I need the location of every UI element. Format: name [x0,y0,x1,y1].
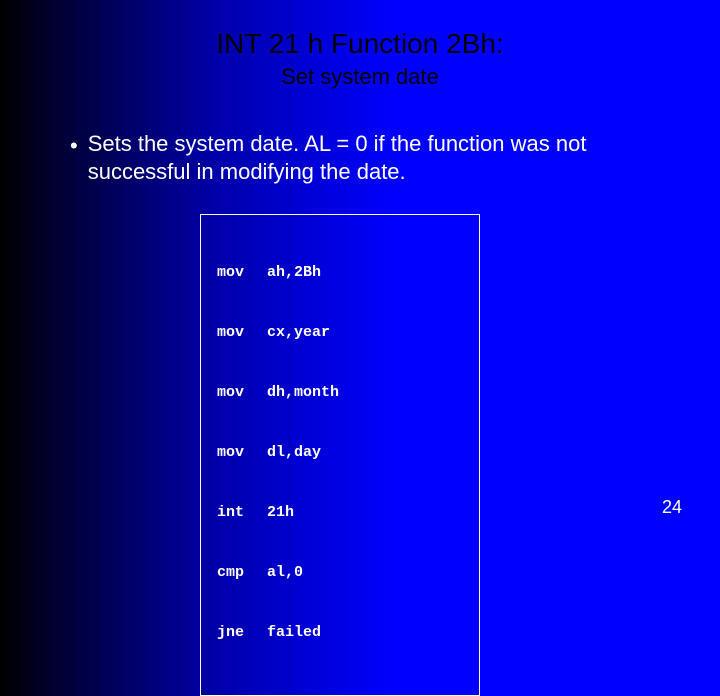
content-area: • Sets the system date. AL = 0 if the fu… [0,130,720,696]
code-line: movah,2Bh [217,263,463,283]
code-line: cmpal,0 [217,563,463,583]
code-line: jnefailed [217,623,463,643]
mnemonic: int [217,503,267,523]
operands: ah,2Bh [267,263,321,283]
bullet-text: Sets the system date. AL = 0 if the func… [88,130,660,186]
bullet-dot-icon: • [70,132,78,160]
page-number: 24 [662,497,682,518]
code-line: movcx,year [217,323,463,343]
mnemonic: jne [217,623,267,643]
code-line: movdh,month [217,383,463,403]
code-block: movah,2Bh movcx,year movdh,month movdl,d… [200,214,480,696]
code-line: int21h [217,503,463,523]
mnemonic: mov [217,443,267,463]
operands: dl,day [267,443,321,463]
operands: al,0 [267,563,303,583]
slide-title: INT 21 h Function 2Bh: [0,0,720,60]
mnemonic: mov [217,323,267,343]
mnemonic: cmp [217,563,267,583]
code-line: movdl,day [217,443,463,463]
mnemonic: mov [217,263,267,283]
operands: failed [267,623,321,643]
operands: dh,month [267,383,339,403]
mnemonic: mov [217,383,267,403]
slide-subtitle: Set system date [0,64,720,90]
operands: cx,year [267,323,330,343]
bullet-item: • Sets the system date. AL = 0 if the fu… [70,130,660,186]
operands: 21h [267,503,294,523]
